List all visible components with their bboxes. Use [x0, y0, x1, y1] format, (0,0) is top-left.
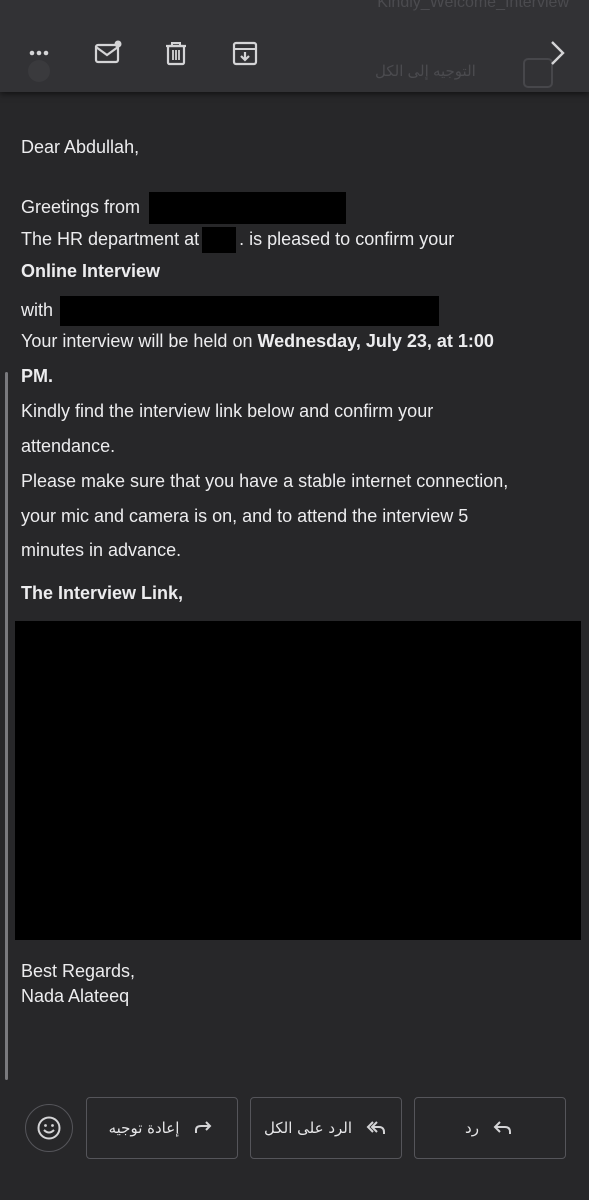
redacted-interview-link	[15, 621, 581, 940]
reply-arrow-icon	[493, 1121, 511, 1134]
with-line: with	[21, 296, 440, 326]
reply-label: رد	[465, 1119, 479, 1137]
please-line-1: Please make sure that you have a stable …	[21, 471, 509, 491]
greetings-line: Greetings from	[21, 192, 347, 224]
redacted-company-short	[202, 227, 237, 253]
smiley-icon	[37, 1116, 61, 1140]
hr-prefix-text: The HR department at	[21, 228, 200, 249]
held-line: Your interview will be held on Wednesday…	[21, 331, 494, 352]
online-interview-label: Online Interview	[21, 261, 161, 281]
hr-suffix-text: . is pleased to confirm your	[239, 228, 455, 249]
reply-all-icon	[366, 1121, 386, 1134]
regards-text: Best Regards,	[21, 961, 136, 981]
forward-arrow-icon	[195, 1121, 212, 1133]
please-line-2: your mic and camera is on, and to attend…	[21, 506, 469, 526]
forward-button[interactable]: إعادة توجيه	[86, 1097, 238, 1159]
kindly-line-1: Kindly find the interview link below and…	[21, 401, 434, 421]
ghost-subtitle-text: التوجيه إلى الكل	[375, 63, 476, 80]
mark-unread-icon[interactable]	[91, 36, 125, 70]
greetings-text: Greetings from	[21, 196, 141, 217]
please-line-3: minutes in advance.	[21, 540, 182, 560]
scrollbar[interactable]	[5, 372, 8, 1080]
hr-line: The HR department at . is pleased to con…	[21, 227, 454, 253]
email-greeting: Dear Abdullah,	[21, 137, 140, 157]
held-prefix-text: Your interview will be held on	[21, 331, 253, 351]
reply-button[interactable]: رد	[414, 1097, 566, 1159]
forward-label: إعادة توجيه	[108, 1119, 180, 1137]
archive-icon[interactable]	[228, 36, 262, 70]
held-pm-text: PM.	[21, 366, 54, 386]
trash-icon[interactable]	[159, 36, 193, 70]
link-heading: The Interview Link,	[21, 583, 184, 603]
reply-all-label: الرد على الكل	[263, 1119, 353, 1137]
redacted-position	[60, 296, 440, 326]
with-text: with	[21, 299, 54, 320]
reply-all-button[interactable]: الرد على الكل	[250, 1097, 402, 1159]
ghost-subject-text: Kindly_Welcome_Interview	[377, 0, 569, 11]
email-toolbar: Kindly_Welcome_Interview التوجيه إلى الك…	[0, 0, 589, 92]
redacted-company	[149, 192, 347, 224]
emoji-reaction-button[interactable]	[25, 1104, 73, 1152]
kindly-line-2: attendance.	[21, 436, 116, 456]
chevron-right-icon[interactable]	[540, 36, 574, 70]
signature-text: Nada Alateeq	[21, 986, 130, 1006]
held-date-text: Wednesday, July 23, at 1:00	[257, 331, 494, 351]
more-icon[interactable]	[22, 36, 56, 70]
